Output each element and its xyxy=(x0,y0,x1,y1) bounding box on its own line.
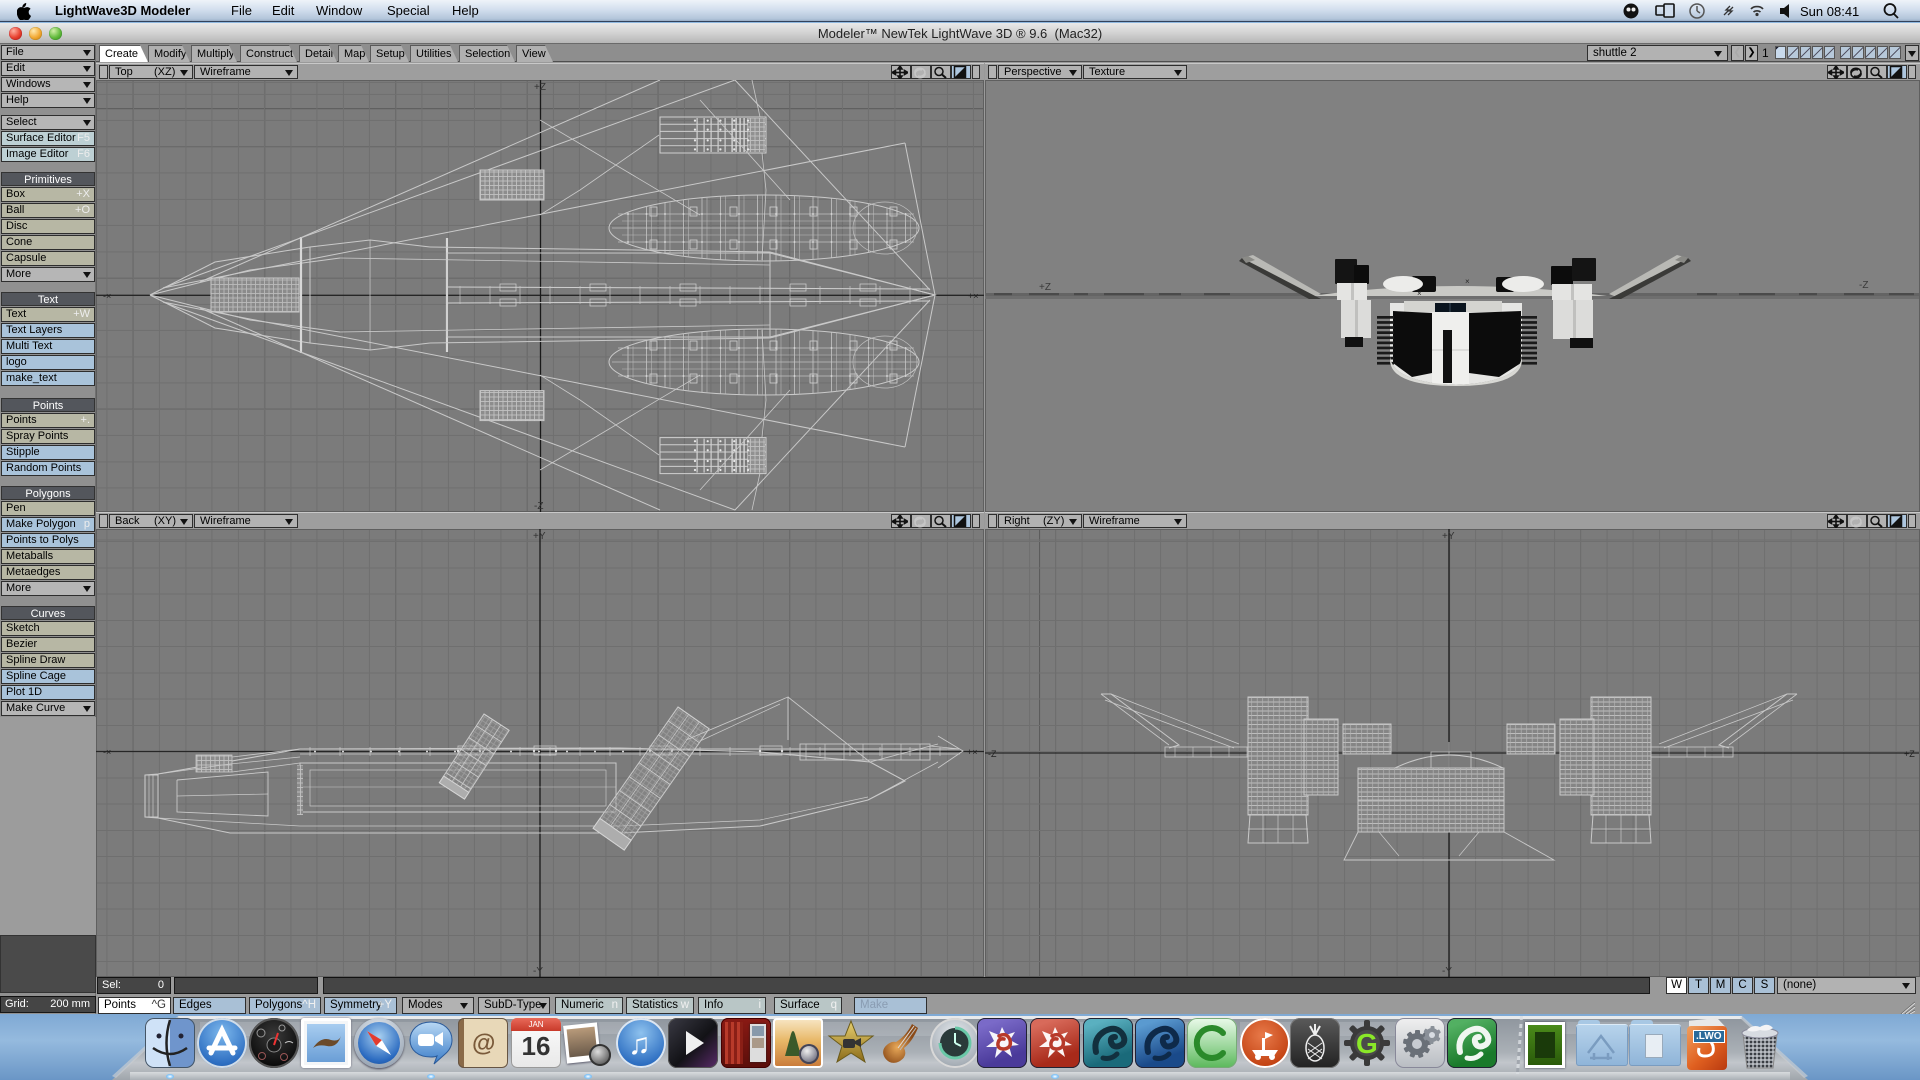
svg-text:×: × xyxy=(1465,277,1470,286)
svg-text:♫: ♫ xyxy=(628,1028,651,1061)
svg-text:-Y: -Y xyxy=(533,966,543,977)
svg-text:G: G xyxy=(1356,1028,1378,1059)
svg-text:+×: +× xyxy=(968,291,979,301)
svg-text:+Z: +Z xyxy=(534,82,546,93)
svg-text:+Y: +Y xyxy=(533,531,546,542)
svg-text:+Z: +Z xyxy=(1904,749,1915,759)
svg-text:+Y: +Y xyxy=(1442,531,1455,542)
svg-text:-Z: -Z xyxy=(988,749,997,759)
svg-text:-Z: -Z xyxy=(534,501,543,512)
svg-text:+Z: +Z xyxy=(1039,282,1051,293)
svg-text:Sun 08:41: Sun 08:41 xyxy=(1800,4,1859,19)
svg-text:×: × xyxy=(1417,289,1422,298)
svg-text:-Z: -Z xyxy=(1859,280,1868,291)
svg-text:-Y: -Y xyxy=(1442,966,1452,977)
svg-text:-×: -× xyxy=(103,291,111,301)
svg-text:+×: +× xyxy=(967,747,978,757)
svg-text:-×: -× xyxy=(103,747,111,757)
